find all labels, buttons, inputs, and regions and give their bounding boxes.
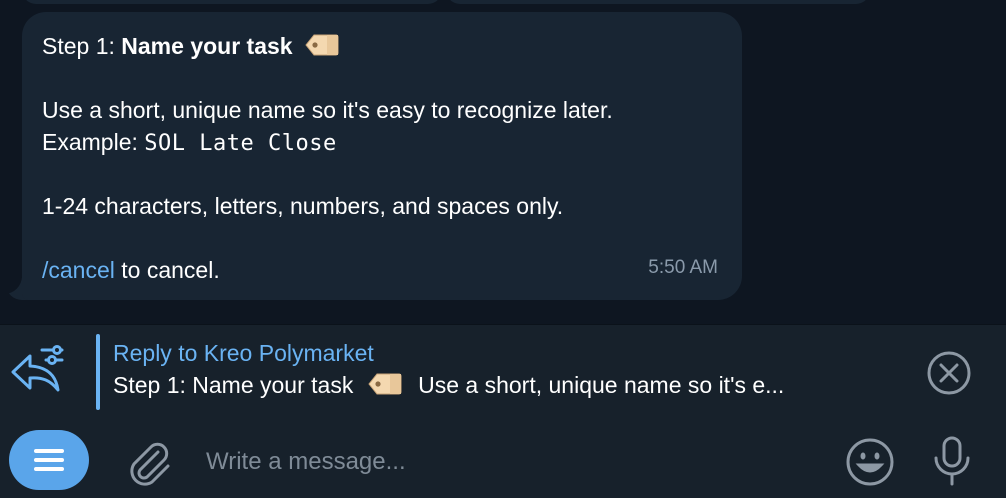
- message-instruction: Use a short, unique name so it's easy to…: [42, 97, 613, 123]
- previous-message-bubble: [22, 0, 442, 4]
- reply-title[interactable]: Reply to Kreo Polymarket: [113, 340, 374, 367]
- tag-emoji-icon: [305, 32, 339, 64]
- message-heading: Step 1: Name your task: [42, 30, 720, 62]
- menu-icon: [34, 449, 64, 453]
- reply-accent-line: [96, 334, 100, 410]
- paperclip-icon[interactable]: [124, 434, 172, 491]
- example-code[interactable]: SOL Late Close: [144, 131, 336, 156]
- message-cancel-line: /cancel to cancel.: [42, 254, 720, 286]
- reply-preview-rest: Use a short, unique name so it's e...: [418, 372, 785, 398]
- tag-emoji-icon: [368, 373, 402, 401]
- example-label: Example:: [42, 129, 145, 155]
- menu-button[interactable]: [9, 430, 89, 490]
- bot-message-bubble: Step 1: Name your task Use a short, uniq…: [22, 12, 742, 300]
- cancel-command-link[interactable]: /cancel: [42, 257, 115, 283]
- reply-icon[interactable]: [8, 340, 68, 405]
- chat-area: Step 1: Name your task Use a short, uniq…: [0, 0, 1006, 324]
- close-reply-button[interactable]: [926, 350, 972, 396]
- reply-preview[interactable]: Step 1: Name your task Use a short, uniq…: [113, 372, 893, 401]
- close-icon: [927, 351, 971, 395]
- microphone-icon[interactable]: [930, 434, 974, 493]
- step-title: Name your task: [121, 33, 293, 59]
- previous-message-bubble: [446, 0, 870, 4]
- emoji-icon[interactable]: [844, 436, 896, 493]
- message-rules: 1-24 characters, letters, numbers, and s…: [42, 193, 564, 219]
- message-time: 5:50 AM: [648, 257, 718, 278]
- reply-preview-step: Step 1: Name your task: [113, 372, 354, 398]
- step-label: Step 1:: [42, 33, 122, 59]
- message-example: Example: SOL Late Close: [42, 126, 720, 158]
- cancel-suffix: to cancel.: [114, 257, 220, 283]
- message-input[interactable]: [206, 440, 826, 484]
